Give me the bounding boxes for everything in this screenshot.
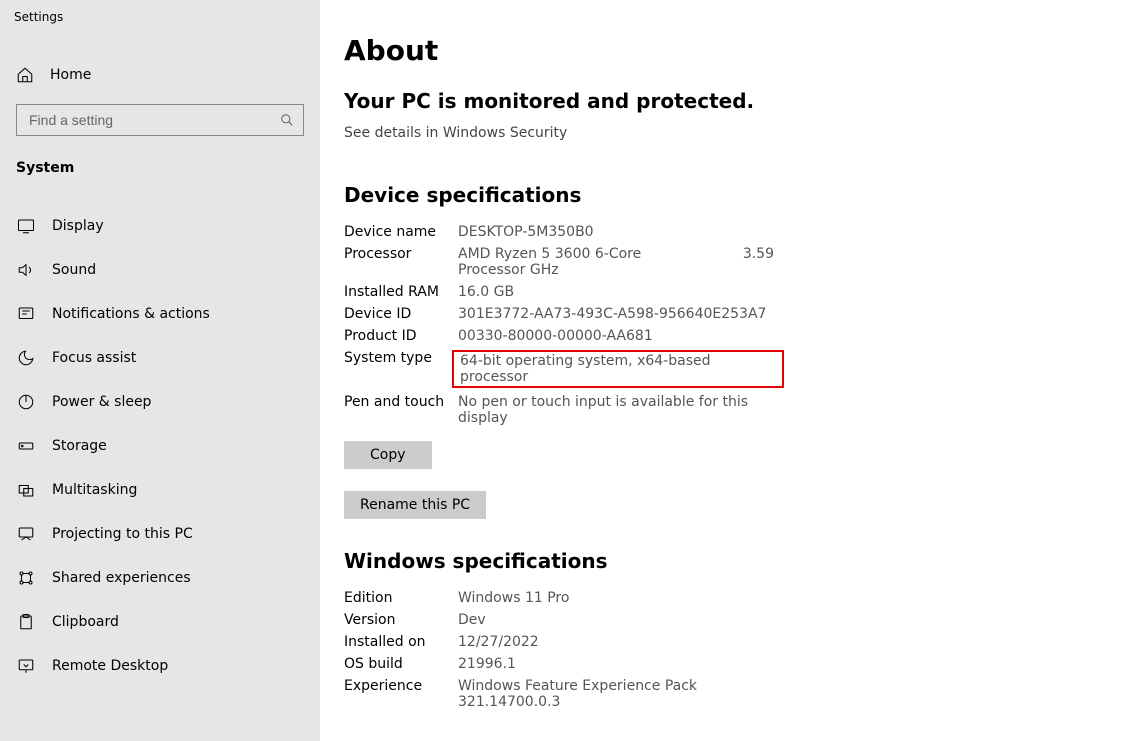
sidebar-item-label: Display: [52, 218, 104, 234]
power-icon: [16, 393, 36, 411]
sidebar: Settings Home System Display Sound Notif…: [0, 0, 320, 741]
shared-icon: [16, 569, 36, 587]
spec-value-highlighted: 64-bit operating system, x64-based proce…: [458, 350, 784, 388]
spec-row-edition: Edition Windows 11 Pro: [344, 587, 784, 609]
remote-icon: [16, 657, 36, 675]
sidebar-item-remote[interactable]: Remote Desktop: [0, 644, 320, 688]
sidebar-item-focus[interactable]: Focus assist: [0, 336, 320, 380]
device-spec-table: Device name DESKTOP-5M350B0 Processor AM…: [344, 221, 1121, 429]
notifications-icon: [16, 305, 36, 323]
search-container: [16, 104, 304, 136]
windows-spec-title: Windows specifications: [344, 549, 1121, 573]
spec-label: Installed RAM: [344, 284, 458, 300]
spec-value: 301E3772-AA73-493C-A598-956640E253A7: [458, 306, 784, 322]
monitor-heading: Your PC is monitored and protected.: [344, 89, 1121, 113]
spec-value: 00330-80000-00000-AA681: [458, 328, 784, 344]
spec-value: 12/27/2022: [458, 634, 784, 650]
copy-button[interactable]: Copy: [344, 441, 432, 469]
sidebar-item-label: Projecting to this PC: [52, 526, 193, 542]
spec-label: Product ID: [344, 328, 458, 344]
spec-extra: 3.59: [743, 246, 774, 262]
sidebar-item-label: Storage: [52, 438, 107, 454]
sidebar-items: Display Sound Notifications & actions Fo…: [0, 204, 320, 688]
windows-spec-table: Edition Windows 11 Pro Version Dev Insta…: [344, 587, 1121, 713]
spec-label: Installed on: [344, 634, 458, 650]
spec-row-processor: Processor AMD Ryzen 5 3600 6-Core Proces…: [344, 243, 784, 281]
security-link[interactable]: See details in Windows Security: [344, 125, 567, 141]
search-input[interactable]: [16, 104, 304, 136]
spec-value: 16.0 GB: [458, 284, 784, 300]
sidebar-item-storage[interactable]: Storage: [0, 424, 320, 468]
sidebar-item-label: Multitasking: [52, 482, 137, 498]
spec-label: System type: [344, 350, 458, 366]
spec-row-pen-touch: Pen and touch No pen or touch input is a…: [344, 391, 784, 429]
spec-row-installed-on: Installed on 12/27/2022: [344, 631, 784, 653]
system-type-highlight: 64-bit operating system, x64-based proce…: [452, 350, 784, 388]
spec-row-device-id: Device ID 301E3772-AA73-493C-A598-956640…: [344, 303, 784, 325]
multitasking-icon: [16, 481, 36, 499]
device-spec-title: Device specifications: [344, 183, 1121, 207]
storage-icon: [16, 437, 36, 455]
spec-label: Edition: [344, 590, 458, 606]
sidebar-item-shared[interactable]: Shared experiences: [0, 556, 320, 600]
clipboard-icon: [16, 613, 36, 631]
sidebar-item-label: Power & sleep: [52, 394, 151, 410]
sidebar-item-label: Sound: [52, 262, 96, 278]
spec-row-experience: Experience Windows Feature Experience Pa…: [344, 675, 784, 713]
spec-value: 21996.1: [458, 656, 784, 672]
sidebar-item-label: Remote Desktop: [52, 658, 168, 674]
rename-pc-button[interactable]: Rename this PC: [344, 491, 486, 519]
spec-value: No pen or touch input is available for t…: [458, 394, 784, 426]
spec-label: Device ID: [344, 306, 458, 322]
spec-value: AMD Ryzen 5 3600 6-Core Processor GHz: [458, 246, 698, 278]
spec-label: Device name: [344, 224, 458, 240]
sidebar-item-power[interactable]: Power & sleep: [0, 380, 320, 424]
focus-icon: [16, 349, 36, 367]
sidebar-item-label: Notifications & actions: [52, 306, 210, 322]
sidebar-item-sound[interactable]: Sound: [0, 248, 320, 292]
main-content: About Your PC is monitored and protected…: [320, 0, 1145, 741]
projecting-icon: [16, 525, 36, 543]
spec-row-os-build: OS build 21996.1: [344, 653, 784, 675]
app-title: Settings: [0, 0, 320, 24]
spec-value: Windows 11 Pro: [458, 590, 784, 606]
spec-label: Processor: [344, 246, 458, 262]
sidebar-home[interactable]: Home: [0, 56, 320, 94]
sidebar-section-system: System: [0, 146, 320, 188]
sidebar-item-projecting[interactable]: Projecting to this PC: [0, 512, 320, 556]
spec-value: Windows Feature Experience Pack 321.1470…: [458, 678, 784, 710]
sidebar-item-label: Shared experiences: [52, 570, 191, 586]
sidebar-item-clipboard[interactable]: Clipboard: [0, 600, 320, 644]
sidebar-item-display[interactable]: Display: [0, 204, 320, 248]
page-title: About: [344, 34, 1121, 67]
sidebar-item-notifications[interactable]: Notifications & actions: [0, 292, 320, 336]
spec-value: DESKTOP-5M350B0: [458, 224, 784, 240]
spec-row-ram: Installed RAM 16.0 GB: [344, 281, 784, 303]
home-icon: [16, 66, 34, 84]
spec-row-device-name: Device name DESKTOP-5M350B0: [344, 221, 784, 243]
sidebar-item-label: Focus assist: [52, 350, 136, 366]
spec-row-product-id: Product ID 00330-80000-00000-AA681: [344, 325, 784, 347]
spec-row-version: Version Dev: [344, 609, 784, 631]
spec-label: OS build: [344, 656, 458, 672]
spec-label: Experience: [344, 678, 458, 694]
sidebar-item-multitasking[interactable]: Multitasking: [0, 468, 320, 512]
sidebar-item-label: Clipboard: [52, 614, 119, 630]
spec-row-system-type: System type 64-bit operating system, x64…: [344, 347, 784, 391]
sound-icon: [16, 261, 36, 279]
home-label: Home: [50, 67, 91, 83]
spec-label: Version: [344, 612, 458, 628]
display-icon: [16, 217, 36, 235]
spec-label: Pen and touch: [344, 394, 458, 410]
spec-value: Dev: [458, 612, 784, 628]
